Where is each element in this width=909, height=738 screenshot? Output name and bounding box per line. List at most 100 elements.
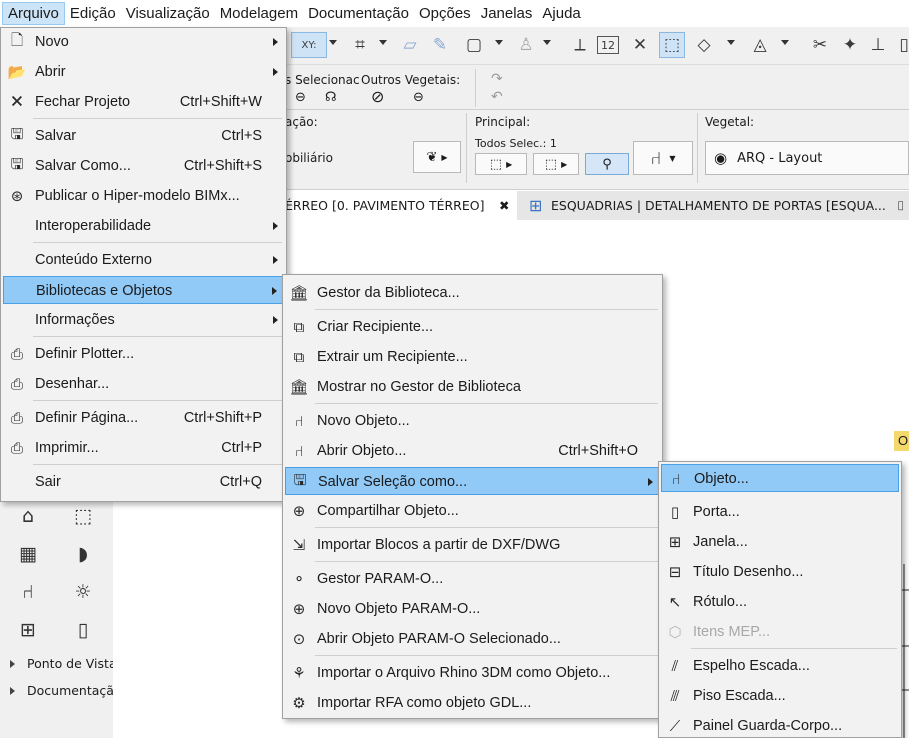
menu-item-fechar-projeto[interactable]: 🗙 Fechar Projeto Ctrl+Shift+W: [3, 88, 284, 116]
new-document-icon: 🗋: [10, 30, 24, 49]
menu-item-abrir[interactable]: 📂 Abrir: [3, 58, 284, 86]
menu-item-titulo-desenho[interactable]: ⊟ Título Desenho...: [661, 558, 899, 586]
grid-snap-icon[interactable]: ⌗: [347, 32, 373, 58]
xy-coordinates-icon[interactable]: XY:: [291, 32, 327, 58]
menu-documentacao[interactable]: Documentação: [303, 2, 414, 25]
lock-small-icon[interactable]: ⊖: [413, 90, 424, 105]
tab-overflow-icon[interactable]: ⌷: [897, 191, 909, 220]
plane-icon[interactable]: ▱: [397, 32, 423, 58]
menu-arquivo[interactable]: Arquivo: [2, 2, 65, 25]
menu-item-importar-blocos-a-partir-de-dxf-dwg[interactable]: ⇲ Importar Blocos a partir de DXF/DWG: [285, 531, 660, 559]
submenu-arrow-icon: [273, 68, 278, 76]
menu-item-rotulo[interactable]: ↖ Rótulo...: [661, 588, 899, 616]
undo-icon[interactable]: ↶: [491, 89, 503, 105]
layer-selector[interactable]: ◉ ARQ - Layout: [705, 141, 909, 175]
menu-item-compartilhar-objeto[interactable]: ⊕ Compartilhar Objeto...: [285, 497, 660, 525]
tab-terreo[interactable]: ÉRREO [0. PAVIMENTO TÉRREO] ✖: [285, 191, 517, 220]
tree-object-button[interactable]: ❦ ▶: [413, 141, 461, 173]
menu-item-interoperabilidade[interactable]: Interoperabilidade: [3, 212, 284, 240]
shell-tool-icon[interactable]: ◗: [68, 540, 98, 568]
menu-item-salvar-selecao-como[interactable]: 🖫 Salvar Seleção como...: [285, 467, 660, 495]
menu-item-criar-recipiente[interactable]: ⧉ Criar Recipiente...: [285, 313, 660, 341]
toolbox-group-documentacao[interactable]: Documentação: [0, 679, 113, 703]
menu-edicao[interactable]: Edição: [65, 2, 121, 25]
trace-icon[interactable]: ◇: [691, 32, 717, 58]
column-icon[interactable]: ▯: [891, 32, 909, 58]
menu-item-imprimir[interactable]: ⎙ Imprimir... Ctrl+P: [3, 434, 284, 462]
panel-tool-icon[interactable]: ▯: [68, 616, 98, 644]
pen-icon[interactable]: ✎: [427, 32, 453, 58]
layer-box-icon[interactable]: ▢: [461, 32, 487, 58]
menu-item-gestor-da-biblioteca[interactable]: 🏛 Gestor da Biblioteca...: [285, 279, 660, 307]
tab-esquadrias[interactable]: ⊞ ESQUADRIAS | DETALHAMENTO DE PORTAS [E…: [525, 191, 893, 220]
menu-item-label: Bibliotecas e Objetos: [36, 283, 173, 299]
menu-visualizacao[interactable]: Visualização: [121, 2, 215, 25]
selection-mode-button[interactable]: ⬚ ▶: [475, 153, 527, 175]
menu-janelas[interactable]: Janelas: [476, 2, 538, 25]
menu-item-espelho-escada[interactable]: ⫽ Espelho Escada...: [661, 652, 899, 680]
menu-item-janela[interactable]: ⊞ Janela...: [661, 528, 899, 556]
toolbox-group-ponto-de-vista[interactable]: Ponto de Vista: [0, 652, 113, 676]
lamp-tool-icon[interactable]: ☼: [68, 578, 98, 606]
redo-icon[interactable]: ↷: [491, 71, 503, 87]
menu-item-sair[interactable]: Sair Ctrl+Q: [3, 468, 284, 496]
marquee-mode-button[interactable]: ⬚ ▶: [533, 153, 579, 175]
selection-frame-icon[interactable]: ⬚: [659, 32, 685, 58]
magic-wand-icon[interactable]: ✦: [837, 32, 863, 58]
magnet-button[interactable]: ⚲: [585, 153, 629, 175]
chevron-down-icon[interactable]: [329, 40, 337, 45]
menu-item-objeto[interactable]: ⑁ Objeto...: [661, 464, 899, 492]
calculator-icon[interactable]: 12: [597, 36, 619, 54]
divider: [697, 113, 698, 183]
menu-item-abrir-objeto-param-o-selecionado[interactable]: ⊙ Abrir Objeto PARAM-O Selecionado...: [285, 625, 660, 653]
person-icon[interactable]: ♙: [513, 32, 539, 58]
menu-item-piso-escada[interactable]: ⫻ Piso Escada...: [661, 682, 899, 710]
menu-item-abrir-objeto[interactable]: ⑁ Abrir Objeto... Ctrl+Shift+O: [285, 437, 660, 465]
elevation-icon[interactable]: ⊥: [865, 32, 891, 58]
eye-small-icon[interactable]: ⊖: [295, 90, 306, 105]
menu-item-bibliotecas-e-objetos[interactable]: Bibliotecas e Objetos: [3, 276, 284, 304]
menu-opcoes[interactable]: Opções: [414, 2, 476, 25]
zone-tool-icon[interactable]: ⬚: [68, 502, 98, 530]
menu-item-salvar[interactable]: 🖫 Salvar Ctrl+S: [3, 122, 284, 150]
mesh-tool-icon[interactable]: ▦: [13, 540, 43, 568]
menu-item-novo-objeto[interactable]: ⑁ Novo Objeto...: [285, 407, 660, 435]
menu-modelagem[interactable]: Modelagem: [215, 2, 303, 25]
curtain-wall-icon[interactable]: ⊞: [13, 616, 43, 644]
lock-small-icon[interactable]: ☊: [325, 90, 337, 105]
tab-label: ESQUADRIAS | DETALHAMENTO DE PORTAS [ESQ…: [551, 198, 886, 213]
menu-item-novo-objeto-param-o[interactable]: ⊕ Novo Objeto PARAM-O...: [285, 595, 660, 623]
stair-tread-icon: ⫻: [670, 687, 680, 705]
menu-ajuda[interactable]: Ajuda: [537, 2, 585, 25]
menu-item-publicar-o-hiper-modelo-bimx[interactable]: ⊛ Publicar o Hiper-modelo BIMx...: [3, 182, 284, 210]
menu-item-novo[interactable]: 🗋 Novo: [3, 28, 284, 56]
dimension-tool-icon[interactable]: ⟂: [567, 32, 593, 58]
menu-item-mostrar-no-gestor-de-biblioteca[interactable]: 🏛 Mostrar no Gestor de Biblioteca: [285, 373, 660, 401]
chevron-down-icon[interactable]: [543, 40, 551, 45]
menu-item-gestor-param-o[interactable]: ⚬ Gestor PARAM-O...: [285, 565, 660, 593]
menu-item-painel-guarda-corpo[interactable]: ⟋ Painel Guarda-Corpo...: [661, 712, 899, 738]
menu-item-definir-pagina[interactable]: ⎙ Definir Página... Ctrl+Shift+P: [3, 404, 284, 432]
roof-tool-icon[interactable]: ⌂: [13, 502, 43, 530]
chevron-down-icon[interactable]: [379, 40, 387, 45]
menu-item-porta[interactable]: ▯ Porta...: [661, 498, 899, 526]
menu-item-desenhar[interactable]: ⎙ Desenhar...: [3, 370, 284, 398]
cross-icon[interactable]: ✕: [627, 32, 653, 58]
close-icon[interactable]: ✖: [499, 191, 509, 220]
chevron-down-icon[interactable]: [727, 40, 735, 45]
menu-item-conteudo-externo[interactable]: Conteúdo Externo: [3, 246, 284, 274]
chevron-down-icon[interactable]: [781, 40, 789, 45]
menu-item-importar-o-arquivo-rhino-3dm-como-objeto[interactable]: ⚘ Importar o Arquivo Rhino 3DM como Objet…: [285, 659, 660, 687]
object-type-button[interactable]: ⑁ ▼: [633, 141, 693, 175]
menu-item-informacoes[interactable]: Informações: [3, 306, 284, 334]
chevron-down-icon[interactable]: [495, 40, 503, 45]
chair-icon: ⑁: [650, 147, 662, 169]
menu-item-salvar-como[interactable]: 🖫 Salvar Como... Ctrl+Shift+S: [3, 152, 284, 180]
hidden-eye-icon[interactable]: ⊘: [371, 87, 384, 106]
menu-item-definir-plotter[interactable]: ⎙ Definir Plotter...: [3, 340, 284, 368]
object-tool-icon[interactable]: ⑁: [13, 578, 43, 606]
menu-item-extrair-um-recipiente[interactable]: ⧉ Extrair um Recipiente...: [285, 343, 660, 371]
menu-item-importar-rfa-como-objeto-gdl[interactable]: ⚙ Importar RFA como objeto GDL...: [285, 689, 660, 717]
scissors-icon[interactable]: ✂: [807, 32, 833, 58]
triangle-circle-icon[interactable]: ◬: [747, 32, 773, 58]
